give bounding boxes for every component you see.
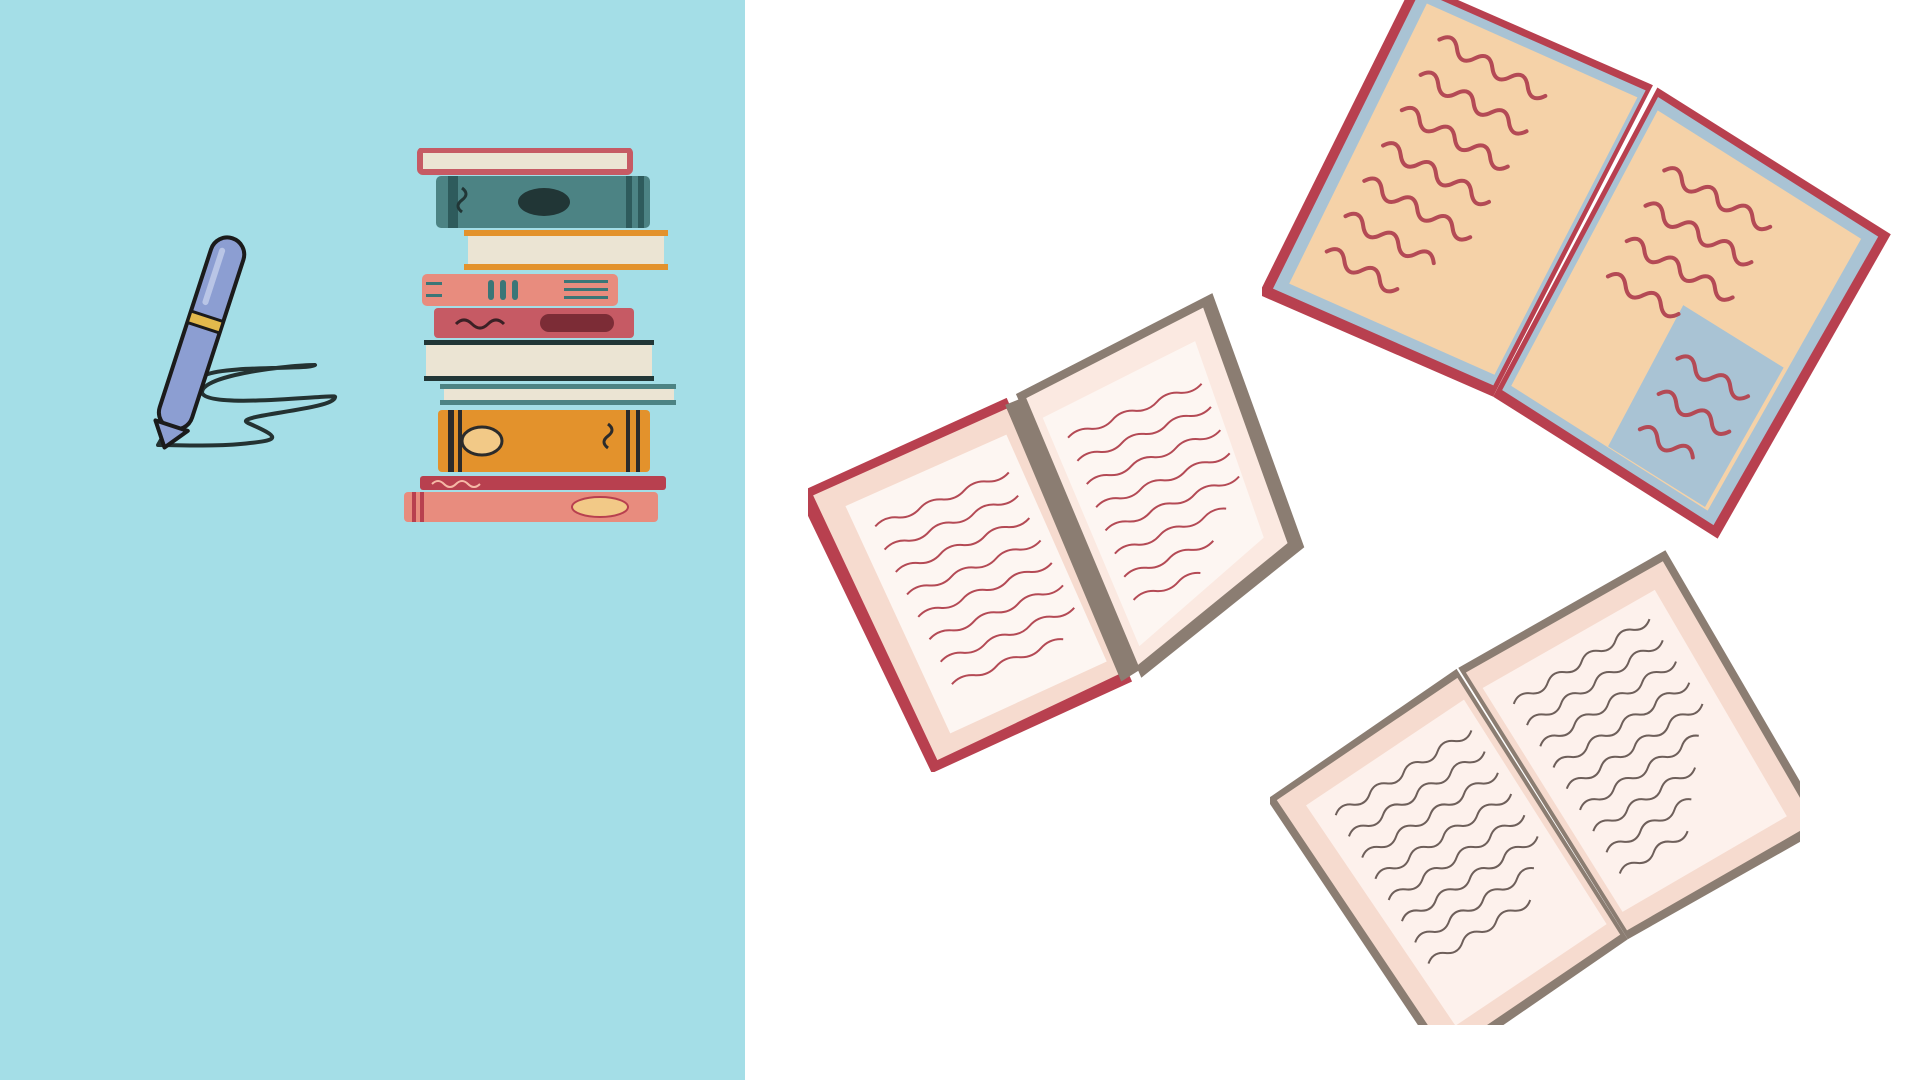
open-book-icon	[808, 272, 1338, 772]
pen-signature-icon	[140, 225, 350, 455]
open-book-icon	[1262, 0, 1892, 545]
open-book-icon	[1270, 545, 1800, 1025]
book-stack-icon	[400, 148, 690, 528]
